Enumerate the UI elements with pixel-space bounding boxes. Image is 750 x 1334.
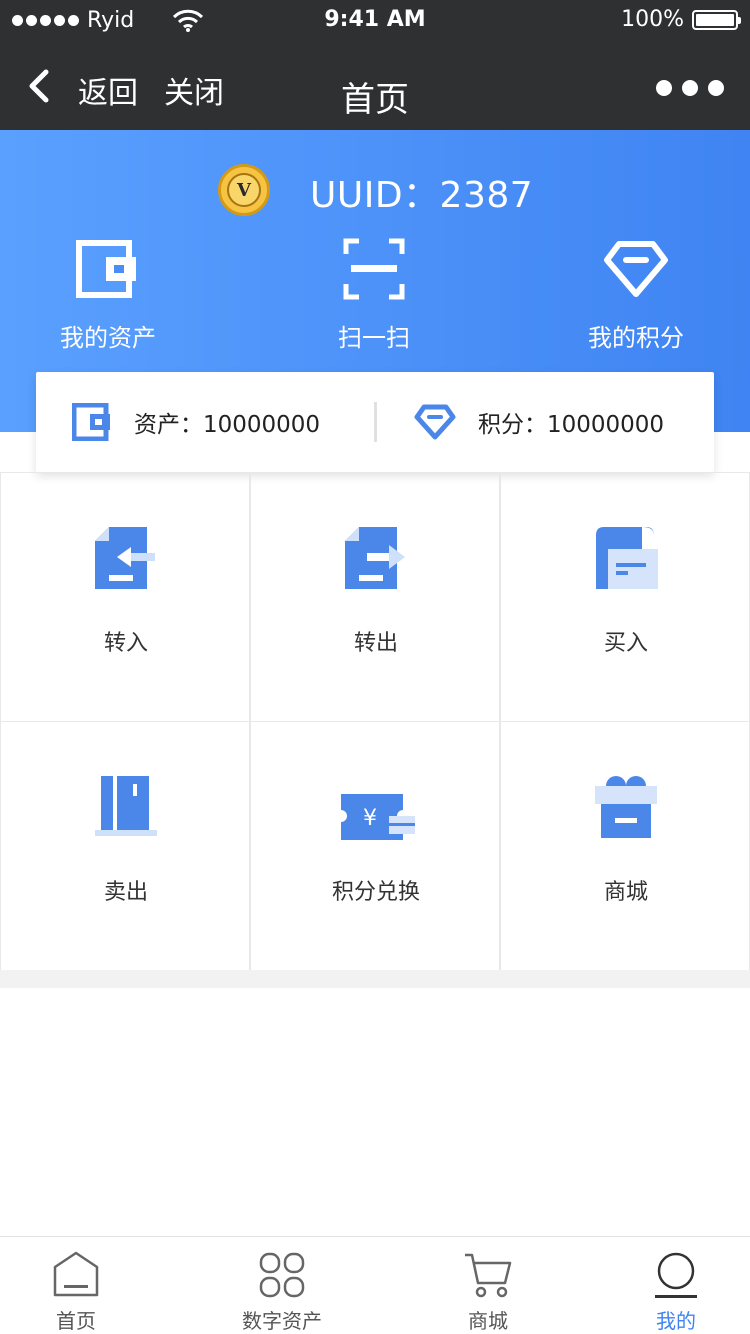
asset-balance: 资产：10000000 <box>72 372 320 472</box>
buy-label: 买入 <box>603 631 648 656</box>
asset-balance-text: 资产：10000000 <box>134 412 321 438</box>
points-balance: 积分：10000000 <box>414 372 664 472</box>
sell-icon <box>95 776 157 836</box>
profile-icon <box>655 1252 697 1298</box>
battery-icon <box>692 10 741 30</box>
tab-mall-label: 商城 <box>468 1309 508 1333</box>
page-title: 首页 <box>341 80 409 120</box>
divider <box>374 402 377 442</box>
status-bar: Ryid 9:41 AM 100% <box>0 0 750 40</box>
digital-assets-icon <box>259 1252 305 1298</box>
scan-icon <box>343 238 405 300</box>
my-points-button[interactable]: 我的积分 <box>536 238 736 353</box>
my-assets-button[interactable]: 我的资产 <box>8 238 208 353</box>
balance-summary-card: 资产：10000000 积分：10000000 <box>36 372 714 472</box>
points-exchange-label: 积分兑换 <box>331 880 420 905</box>
transfer-out-button[interactable]: 转出 <box>250 473 500 722</box>
buy-button[interactable]: 买入 <box>500 473 750 722</box>
transfer-in-icon <box>95 527 155 589</box>
sell-label: 卖出 <box>103 880 148 905</box>
more-icon[interactable] <box>656 80 724 96</box>
feature-grid: 转入 转出 买入 卖出 ¥ 积分兑换 商城 <box>0 472 750 971</box>
tab-profile[interactable]: 我的 <box>596 1237 750 1334</box>
tab-home[interactable]: 首页 <box>0 1237 156 1334</box>
tab-bar: 首页 数字资产 商城 我的 <box>0 1236 750 1334</box>
uuid-text: UUID：2387 <box>310 175 534 216</box>
vip-badge-icon: V <box>218 164 270 216</box>
tab-mall[interactable]: 商城 <box>408 1237 568 1334</box>
wallet-icon <box>72 403 110 441</box>
mall-gift-icon <box>595 776 657 838</box>
points-balance-text: 积分：10000000 <box>478 412 665 438</box>
tab-home-label: 首页 <box>56 1309 96 1333</box>
battery-percent: 100% <box>621 7 684 32</box>
tab-profile-label: 我的 <box>656 1309 696 1333</box>
transfer-out-icon <box>345 527 405 589</box>
home-icon <box>53 1251 99 1297</box>
svg-text:¥: ¥ <box>363 806 377 831</box>
cart-icon <box>465 1253 512 1298</box>
transfer-out-label: 转出 <box>353 631 398 656</box>
diamond-icon <box>604 241 668 297</box>
scan-label: 扫一扫 <box>338 324 410 352</box>
points-exchange-button[interactable]: ¥ 积分兑换 <box>250 722 500 971</box>
my-assets-label: 我的资产 <box>60 324 156 352</box>
sell-button[interactable]: 卖出 <box>0 722 250 971</box>
tab-digital-assets[interactable]: 数字资产 <box>202 1237 362 1334</box>
buy-icon <box>596 527 658 589</box>
diamond-icon <box>414 404 456 440</box>
points-exchange-icon: ¥ <box>341 794 415 840</box>
section-separator <box>0 970 750 988</box>
mall-label: 商城 <box>603 880 648 905</box>
uuid-row: V UUID：2387 <box>0 164 750 216</box>
mall-button[interactable]: 商城 <box>500 722 750 971</box>
tab-digital-assets-label: 数字资产 <box>242 1309 322 1333</box>
wallet-icon <box>76 240 136 298</box>
my-points-label: 我的积分 <box>588 324 684 352</box>
transfer-in-label: 转入 <box>103 631 148 656</box>
transfer-in-button[interactable]: 转入 <box>0 473 250 722</box>
nav-bar: 返回 关闭 首页 <box>0 40 750 130</box>
scan-button[interactable]: 扫一扫 <box>274 238 474 353</box>
